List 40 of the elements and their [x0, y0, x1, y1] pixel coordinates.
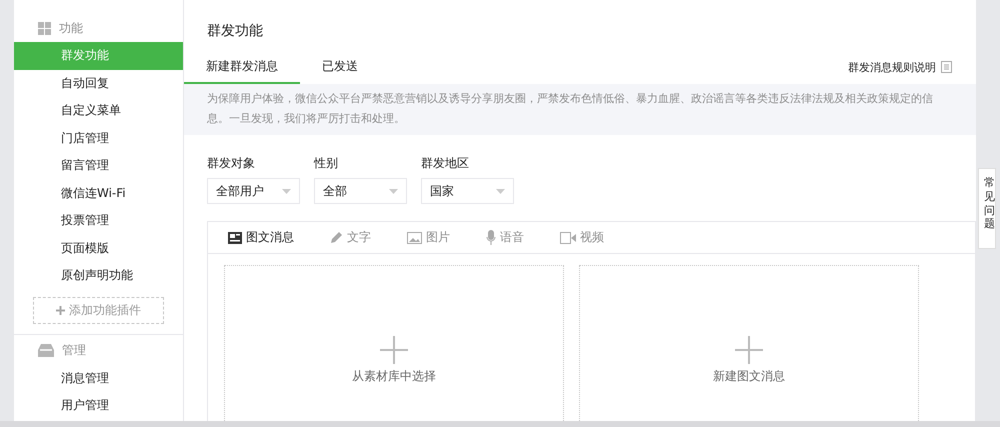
sidebar-item[interactable]: 页面模版	[14, 234, 183, 262]
image-icon	[407, 232, 422, 244]
plus-icon	[56, 306, 65, 314]
document-icon	[941, 61, 952, 73]
sidebar-item[interactable]: 投票管理	[14, 207, 183, 234]
video-camera-icon	[560, 232, 576, 244]
caret-icon	[282, 188, 291, 194]
sidebar-item[interactable]: 消息管理	[14, 364, 183, 392]
sidebar-item[interactable]: 原创声明功能	[14, 262, 183, 290]
plus-icon	[735, 336, 763, 364]
option-card[interactable]: 从素材库中选择	[224, 265, 564, 421]
message-type-tab[interactable]: 图文消息	[228, 229, 294, 246]
microphone-icon	[486, 230, 496, 245]
notice-text: 为保障用户体验，微信公众平台严禁恶意营销以及诱导分享朋友圈，严禁发布色情低俗、暴力血腥、政治谣言等各类违反法律法规及相关政策规定的信息。一旦发现，我们将严厉打击和处理。	[184, 84, 976, 135]
section-title: 管理	[62, 342, 86, 359]
filter-label: 性别	[314, 155, 339, 172]
dropdown[interactable]: 国家	[421, 178, 514, 204]
caret-icon	[496, 188, 505, 194]
grid-icon	[38, 22, 51, 34]
option-card[interactable]: 新建图文消息	[579, 265, 919, 421]
dropdown[interactable]: 全部用户	[207, 178, 300, 204]
plus-icon	[380, 336, 408, 364]
sidebar-item[interactable]: 自动回复	[14, 70, 183, 97]
sidebar-item[interactable]: 自定义菜单	[14, 97, 183, 124]
sidebar-item[interactable]: 门店管理	[14, 124, 183, 152]
sidebar-item[interactable]: 留言管理	[14, 152, 183, 180]
filter-label: 群发地区	[421, 155, 470, 172]
pencil-icon	[330, 231, 343, 244]
inbox-icon	[38, 344, 54, 357]
caret-icon	[389, 188, 398, 194]
filter-label: 群发对象	[207, 155, 256, 172]
page-title: 群发功能	[206, 22, 264, 41]
dropdown[interactable]: 全部	[314, 178, 407, 204]
rules-link[interactable]: 群发消息规则说明	[848, 50, 952, 84]
sidebar-item[interactable]: 微信连Wi-Fi	[14, 180, 183, 207]
news-icon	[228, 232, 242, 244]
section-title: 功能	[59, 20, 83, 36]
tab[interactable]: 已发送	[300, 50, 380, 84]
help-widget[interactable]: 常见问题	[978, 168, 996, 249]
sidebar-item[interactable]: 用户管理	[14, 392, 183, 420]
